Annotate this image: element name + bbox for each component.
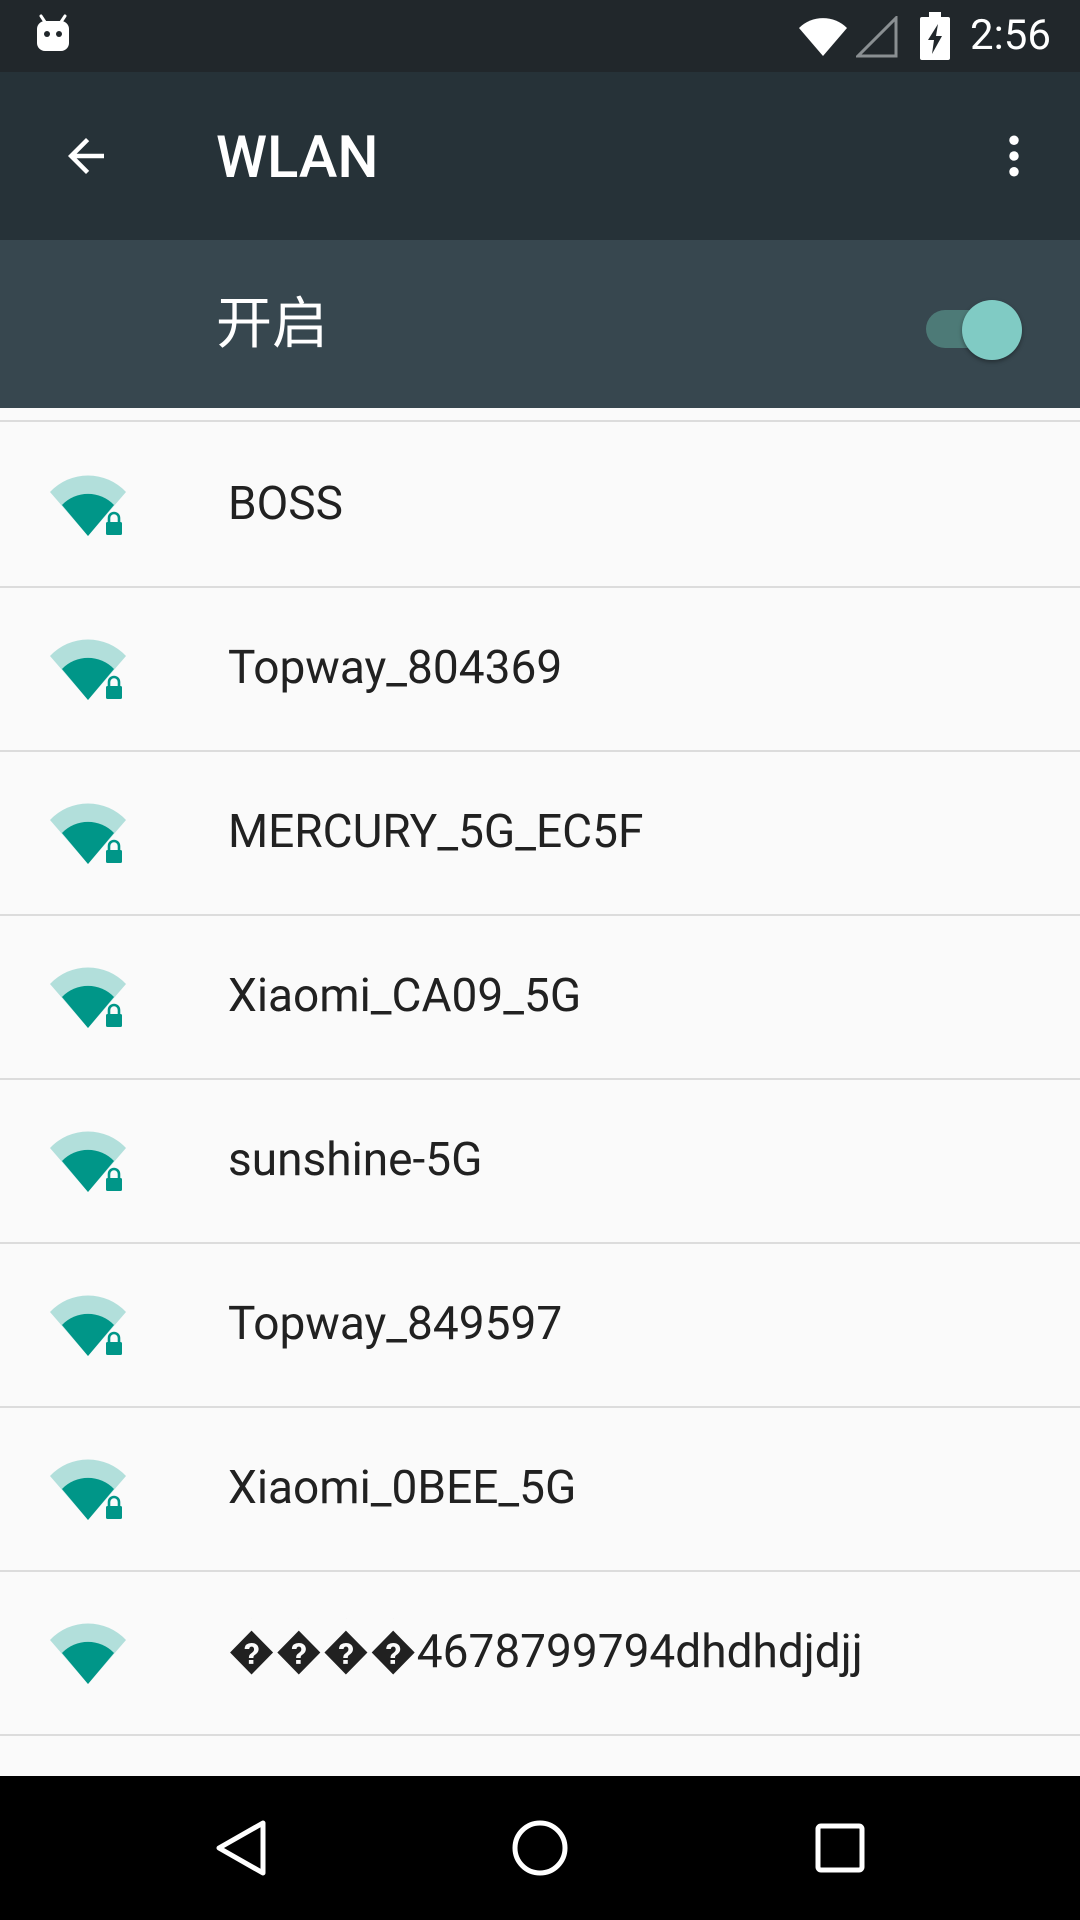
home-icon: [512, 1820, 568, 1876]
toggle-thumb: [962, 300, 1022, 360]
network-list-item[interactable]: Xiaomi_CA09_5G: [0, 914, 1080, 1080]
wifi-switch-label: 开启: [216, 291, 328, 357]
network-list-item[interactable]: BOSS: [0, 422, 1080, 588]
more-options-button[interactable]: [970, 112, 1058, 200]
status-bar: 2:56: [0, 0, 1080, 72]
wifi-status-icon: [799, 18, 847, 56]
lock-icon: [106, 1331, 122, 1355]
recents-icon: [815, 1823, 865, 1873]
wifi-signal-locked-icon: [50, 803, 126, 864]
battery-charging-icon: [920, 12, 950, 60]
status-clock: 2:56: [970, 11, 1051, 60]
network-list[interactable]: BOSS Topway_804369 MERCURY_5G_EC5F Xiaomi_C…: [0, 408, 1080, 1776]
network-ssid: Xiaomi_0BEE_5G: [228, 1461, 577, 1515]
wifi-master-switch-bar[interactable]: 开启: [0, 240, 1080, 408]
network-ssid: Xiaomi_CA09_5G: [228, 969, 582, 1023]
network-ssid: MERCURY_5G_EC5F: [228, 805, 644, 859]
nav-back-button[interactable]: [196, 1804, 284, 1892]
network-ssid: BOSS: [228, 477, 343, 531]
network-list-item[interactable]: Xiaomi_0BEE_5G: [0, 1406, 1080, 1572]
wifi-toggle-switch[interactable]: [920, 288, 1026, 360]
lock-icon: [106, 511, 122, 535]
cellular-signal-icon: [856, 16, 898, 58]
lock-icon: [106, 1495, 122, 1519]
lock-icon: [106, 1167, 122, 1191]
wifi-signal-locked-icon: [50, 1295, 126, 1356]
wifi-signal-locked-icon: [50, 639, 126, 700]
network-list-item[interactable]: MERCURY_5G_EC5F: [0, 750, 1080, 916]
network-ssid: ����4678799794dhdhdjdjj: [228, 1625, 863, 1679]
more-vert-icon: [1009, 135, 1019, 177]
nav-home-button[interactable]: [496, 1804, 584, 1892]
arrow-back-icon: [68, 138, 104, 174]
network-ssid: sunshine-5G: [228, 1133, 483, 1187]
wifi-signal-locked-icon: [50, 967, 126, 1028]
page-title: WLAN: [216, 124, 379, 192]
navigate-up-button[interactable]: [42, 112, 130, 200]
app-toolbar: WLAN: [0, 72, 1080, 240]
wifi-signal-icon: [50, 1623, 126, 1684]
network-list-item[interactable]: Topway_849597: [0, 1242, 1080, 1408]
back-icon: [216, 1820, 266, 1876]
lock-icon: [106, 1003, 122, 1027]
network-ssid: Topway_849597: [228, 1297, 563, 1351]
nav-recents-button[interactable]: [796, 1804, 884, 1892]
lock-icon: [106, 839, 122, 863]
android-notification-icon: [37, 14, 69, 51]
wifi-signal-locked-icon: [50, 475, 126, 536]
system-navigation-bar: [0, 1776, 1080, 1920]
network-ssid: Topway_804369: [228, 641, 563, 695]
wifi-settings-screen: 2:56 WLAN 开启 BOSS Topway_804369 MERCURY_5G…: [0, 0, 1080, 1920]
network-list-item[interactable]: Topway_804369: [0, 586, 1080, 752]
wifi-signal-locked-icon: [50, 1459, 126, 1520]
lock-icon: [106, 675, 122, 699]
network-list-item[interactable]: ����4678799794dhdhdjdjj: [0, 1570, 1080, 1736]
network-list-item[interactable]: sunshine-5G: [0, 1078, 1080, 1244]
wifi-signal-locked-icon: [50, 1131, 126, 1192]
